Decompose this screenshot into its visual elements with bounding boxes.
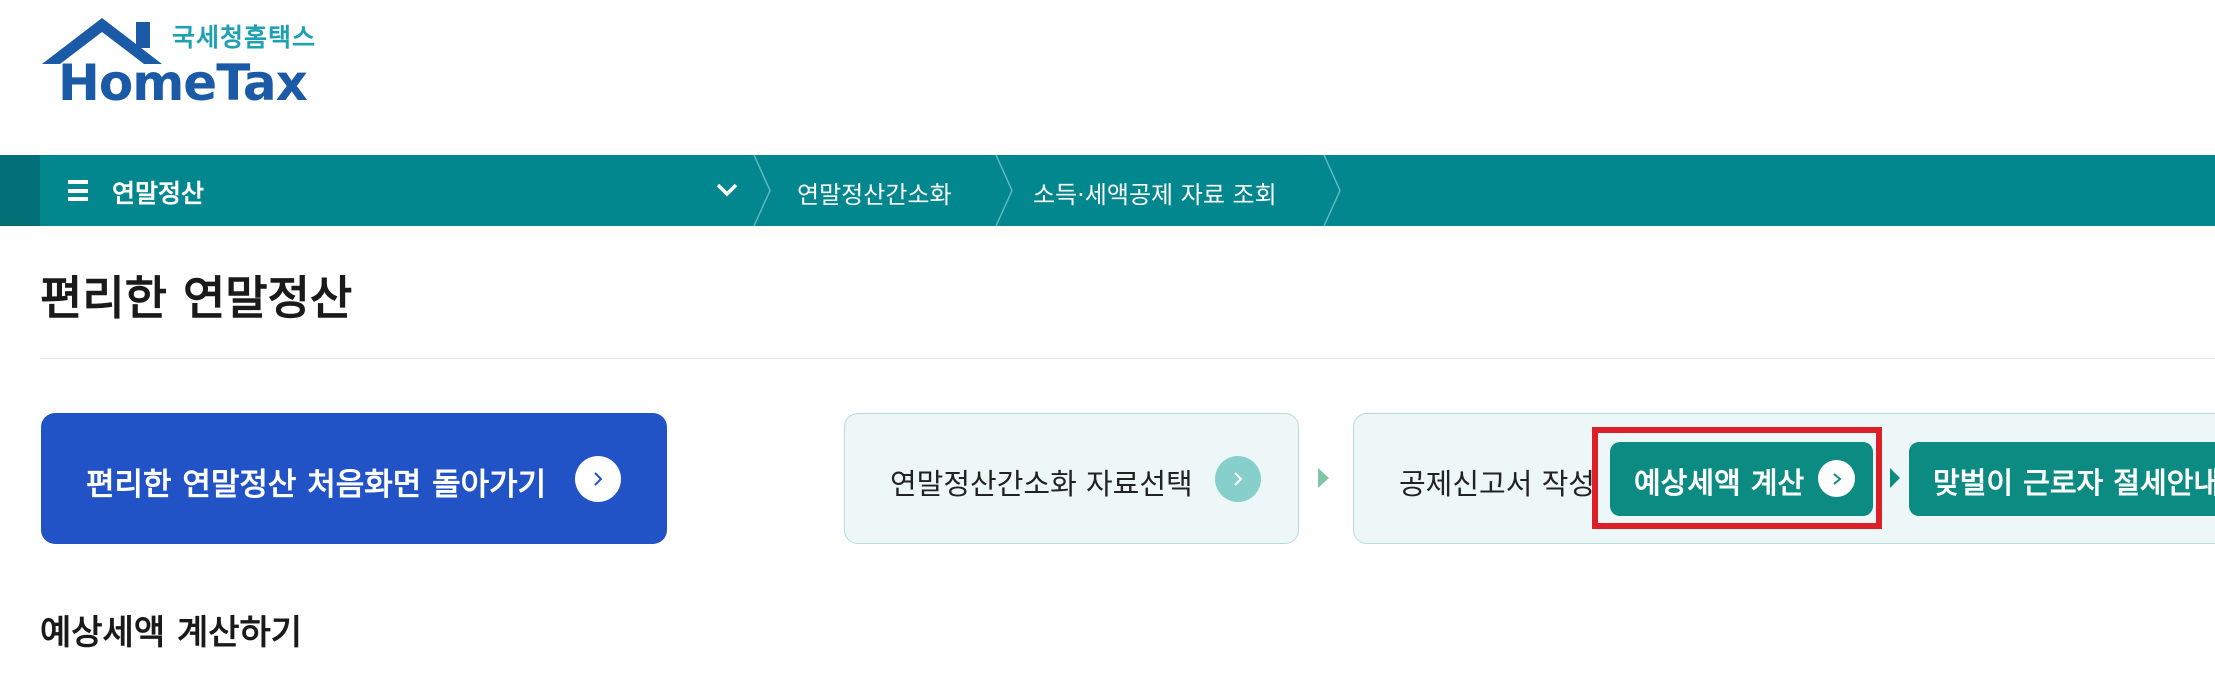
breadcrumb-separator-icon xyxy=(1323,155,1341,226)
breadcrumb-item-deduction-lookup[interactable]: 소득·세액공제 자료 조회 xyxy=(1033,175,1277,210)
back-to-start-button[interactable]: 편리한 연말정산 처음화면 돌아가기 xyxy=(41,413,667,544)
chevron-down-icon[interactable] xyxy=(712,175,742,205)
step-arrow-icon xyxy=(1890,468,1900,488)
dual-income-tax-tips-button[interactable]: 맞벌이 근로자 절세안내 xyxy=(1909,442,2215,516)
logo-subtitle: 국세청홈택스 xyxy=(172,23,317,52)
page-title: 편리한 연말정산 xyxy=(40,271,353,325)
step-data-selection[interactable]: 연말정산간소화 자료선택 xyxy=(844,413,1299,544)
highlight-box xyxy=(1592,427,1882,529)
hometax-logo[interactable]: 국세청홈택스 HomeTax xyxy=(40,16,320,112)
nav-menu-title[interactable]: 연말정산 xyxy=(112,174,204,210)
nav-bar: 연말정산 연말정산간소화 소득·세액공제 자료 조회 xyxy=(0,155,2215,226)
step-arrow-icon xyxy=(1318,468,1329,488)
dual-income-tax-tips-label: 맞벌이 근로자 절세안내 xyxy=(1933,466,2215,500)
logo-title: HomeTax xyxy=(58,54,308,112)
breadcrumb-separator-icon xyxy=(753,155,771,226)
hamburger-menu-icon[interactable] xyxy=(68,177,88,204)
title-divider xyxy=(40,358,2215,359)
chevron-right-icon xyxy=(575,456,621,502)
step-deduction-form-label: 공제신고서 작성 xyxy=(1399,467,1595,501)
nav-left-edge xyxy=(0,155,40,226)
breadcrumb-item-simplified[interactable]: 연말정산간소화 xyxy=(797,175,952,210)
section-title: 예상세액 계산하기 xyxy=(40,613,303,653)
breadcrumb-separator-icon xyxy=(995,155,1013,226)
step-data-selection-label: 연말정산간소화 자료선택 xyxy=(890,467,1193,501)
back-to-start-label: 편리한 연말정산 처음화면 돌아가기 xyxy=(86,467,547,503)
chevron-right-icon xyxy=(1215,456,1261,502)
